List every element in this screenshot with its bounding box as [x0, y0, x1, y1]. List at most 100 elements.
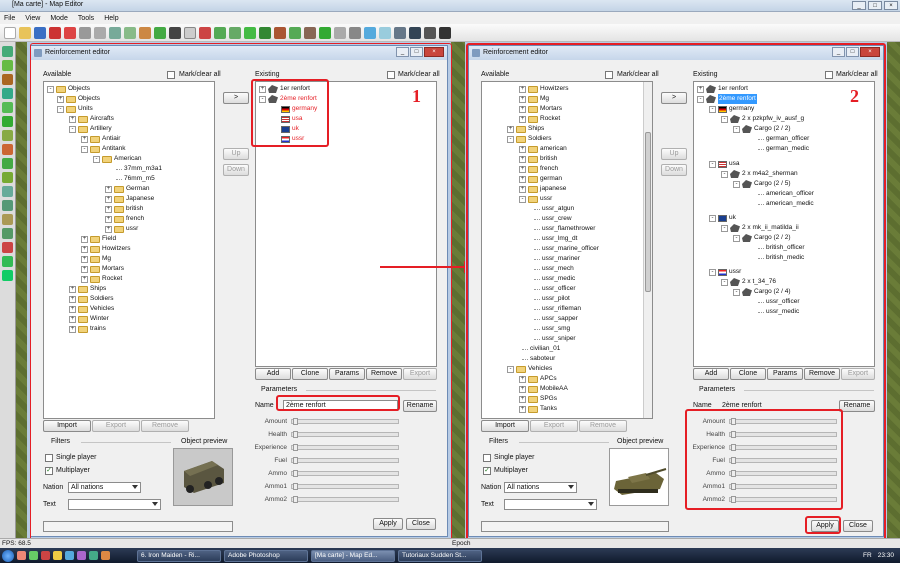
palette-icon[interactable]	[2, 46, 13, 57]
tree-node[interactable]: - Vehicles	[507, 364, 552, 374]
tree-leaf[interactable]: ussr_crew	[534, 214, 572, 224]
expand-icon[interactable]: +	[519, 375, 526, 383]
tree-node[interactable]: uk	[281, 124, 299, 134]
ammo2-slider[interactable]	[729, 496, 837, 503]
expand-icon[interactable]: +	[69, 305, 76, 313]
tool-icon[interactable]	[214, 26, 226, 39]
palette-icon[interactable]	[2, 60, 13, 71]
palette-icon[interactable]	[2, 158, 13, 169]
expand-icon[interactable]: +	[81, 275, 88, 283]
ammo-slider[interactable]	[291, 470, 399, 477]
close-button[interactable]: Close	[406, 518, 436, 530]
tree-leaf[interactable]: ussr_medic	[758, 307, 799, 317]
tree-leaf[interactable]: german_officer	[758, 134, 809, 144]
minimize-icon[interactable]: _	[852, 1, 866, 10]
tool-icon[interactable]	[274, 26, 286, 39]
tool-icon[interactable]	[139, 26, 151, 39]
slider-thumb[interactable]	[293, 444, 298, 451]
slider-thumb[interactable]	[293, 496, 298, 503]
ammo-slider[interactable]	[729, 470, 837, 477]
collapse-icon[interactable]: -	[697, 95, 704, 103]
tree-node[interactable]: + trains	[69, 324, 106, 334]
tree-node[interactable]: germany	[281, 104, 317, 114]
palette-icon[interactable]	[2, 102, 13, 113]
tree-node[interactable]: + british	[519, 154, 557, 164]
amount-slider[interactable]	[729, 418, 837, 425]
tool-icon[interactable]	[64, 26, 76, 39]
collapse-icon[interactable]: -	[721, 278, 728, 286]
tool-icon[interactable]	[304, 26, 316, 39]
text-filter-combo[interactable]	[504, 499, 597, 510]
expand-icon[interactable]: +	[69, 315, 76, 323]
tree-node[interactable]: - 2 x m4a2_sherman	[721, 169, 798, 179]
tool-icon[interactable]	[334, 26, 346, 39]
tree-node[interactable]: ussr	[281, 134, 304, 144]
tree-node[interactable]: +1er renfort	[697, 84, 748, 94]
slider-thumb[interactable]	[731, 418, 736, 425]
tree-node[interactable]: - Cargo (2 / 4)	[733, 287, 791, 297]
tool-icon[interactable]	[439, 26, 451, 39]
menu-file[interactable]: File	[4, 15, 15, 22]
collapse-icon[interactable]: -	[47, 85, 54, 93]
move-to-existing-button[interactable]: >	[661, 92, 687, 104]
expand-icon[interactable]: +	[105, 215, 112, 223]
mark-clear-existing-checkbox[interactable]	[825, 71, 833, 79]
tree-leaf[interactable]: ussr_flamethrower	[534, 224, 595, 234]
expand-icon[interactable]: +	[519, 85, 526, 93]
quicklaunch-icon[interactable]	[41, 551, 50, 560]
tree-leaf[interactable]: ussr_officer	[534, 284, 575, 294]
apply-button[interactable]: Apply	[811, 520, 839, 532]
tree-node[interactable]: + ussr	[105, 224, 138, 234]
single-player-checkbox[interactable]	[45, 454, 53, 462]
scrollbar[interactable]	[643, 82, 652, 418]
name-input[interactable]: 2ème renfort	[283, 400, 398, 411]
tree-node[interactable]: + Objects	[57, 94, 100, 104]
collapse-icon[interactable]: -	[709, 214, 716, 222]
mark-clear-available-checkbox[interactable]	[167, 71, 175, 79]
fuel-slider[interactable]	[729, 457, 837, 464]
tool-icon[interactable]	[154, 26, 166, 39]
rename-button[interactable]: Rename	[839, 400, 875, 412]
tree-node[interactable]: + american	[519, 144, 567, 154]
tool-icon[interactable]	[229, 26, 241, 39]
undo-icon[interactable]	[79, 26, 91, 39]
export-available-button[interactable]: Export	[92, 420, 140, 432]
collapse-icon[interactable]: -	[507, 135, 514, 143]
collapse-icon[interactable]: -	[721, 115, 728, 123]
expand-icon[interactable]: +	[519, 175, 526, 183]
tree-leaf[interactable]: ussr_mariner	[534, 254, 580, 264]
tree-leaf[interactable]: ussr_marine_officer	[534, 244, 599, 254]
task-map-editor[interactable]: [Ma carte] - Map Ed...	[311, 549, 395, 562]
clone-button[interactable]: Clone	[292, 368, 328, 380]
quicklaunch-icon[interactable]	[17, 551, 26, 560]
collapse-icon[interactable]: -	[733, 234, 740, 242]
tree-node[interactable]: - germany	[709, 104, 754, 114]
tool-icon[interactable]	[289, 26, 301, 39]
fuel-slider[interactable]	[291, 457, 399, 464]
expand-icon[interactable]: +	[105, 185, 112, 193]
collapse-icon[interactable]: -	[709, 160, 716, 168]
slider-thumb[interactable]	[731, 496, 736, 503]
menu-view[interactable]: View	[25, 15, 40, 22]
expand-icon[interactable]: +	[507, 125, 514, 133]
menu-tools[interactable]: Tools	[78, 15, 94, 22]
minimize-icon[interactable]: _	[832, 47, 845, 57]
slider-thumb[interactable]	[293, 483, 298, 490]
collapse-icon[interactable]: -	[69, 125, 76, 133]
palette-icon[interactable]	[2, 256, 13, 267]
collapse-icon[interactable]: -	[733, 288, 740, 296]
tool-icon[interactable]	[409, 26, 421, 39]
tree-node[interactable]: - 2ème renfort	[259, 94, 317, 104]
expand-icon[interactable]: +	[69, 115, 76, 123]
tree-node[interactable]: - Artillery	[69, 124, 112, 134]
expand-icon[interactable]: +	[519, 115, 526, 123]
tree-leaf[interactable]: ussr_rifleman	[534, 304, 581, 314]
tree-node[interactable]: - ussr	[519, 194, 552, 204]
collapse-icon[interactable]: -	[709, 268, 716, 276]
add-button[interactable]: Add	[693, 368, 729, 380]
palette-icon[interactable]	[2, 270, 13, 281]
tool-icon[interactable]	[319, 26, 331, 39]
expand-icon[interactable]: +	[57, 95, 64, 103]
expand-icon[interactable]: +	[519, 155, 526, 163]
tree-node[interactable]: + british	[105, 204, 143, 214]
